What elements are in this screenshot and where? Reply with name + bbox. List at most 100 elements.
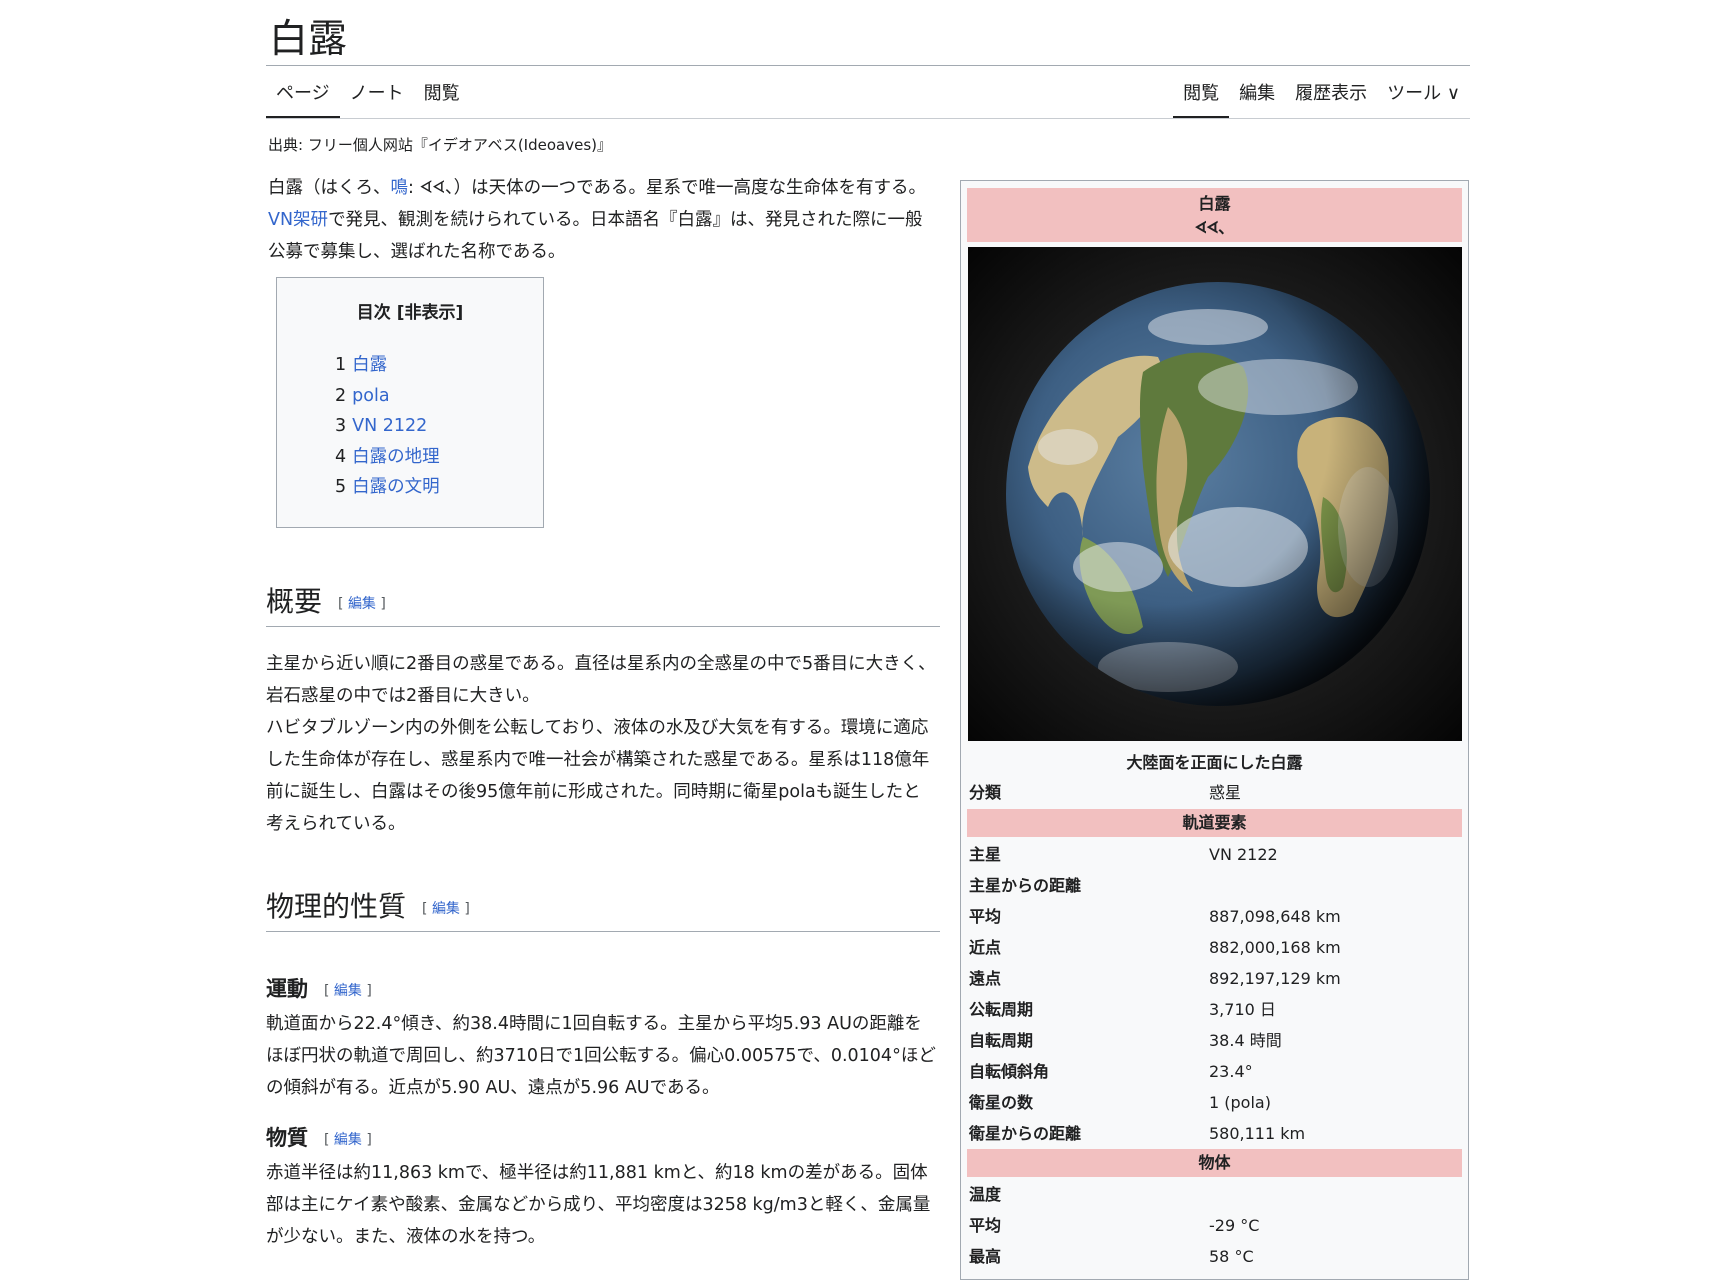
link-naru[interactable]: 鳴 xyxy=(391,178,409,198)
infobox-row-classification: 分類 惑星 xyxy=(969,777,1462,808)
subsection-title: 運動 xyxy=(266,977,308,1001)
infobox-row: 平均 -29 °C xyxy=(969,1210,1462,1241)
toc-item-number: 2 xyxy=(335,385,347,406)
toc-item-link[interactable]: VN 2122 xyxy=(352,416,427,436)
infobox-label: 衛星の数 xyxy=(969,1093,1034,1112)
subsection-heading-motion: 運動 [ 編集 ] xyxy=(266,973,372,1003)
infobox-row: 主星からの距離 xyxy=(969,870,1462,901)
table-of-contents: 目次 [非表示] 1 白露 2 pola 3 VN 2122 4 白露の地理 5 白露の文… xyxy=(276,277,544,528)
toc-item-link[interactable]: 白露 xyxy=(352,355,387,375)
infobox-row: 衛星からの距離 580,111 km xyxy=(969,1118,1462,1149)
tab-edit[interactable]: 編集 xyxy=(1229,70,1285,118)
infobox-value: 惑星 xyxy=(1209,783,1242,802)
toc-title-text: 目次 xyxy=(356,303,391,323)
infobox-label: 近点 xyxy=(969,938,1002,957)
toc-item-link[interactable]: pola xyxy=(352,386,389,406)
toc-item-link[interactable]: 白露の文明 xyxy=(352,477,440,497)
tab-read[interactable]: 閲覧 xyxy=(1173,70,1230,118)
section-heading-physical: 物理的性質 [ 編集 ] xyxy=(266,885,940,932)
tab-talk[interactable]: ノート xyxy=(340,70,414,118)
toc-item[interactable]: 5 白露の文明 xyxy=(335,472,440,503)
toc-item-number: 1 xyxy=(335,355,347,375)
infobox-label: 平均 xyxy=(969,907,1002,926)
toc-toggle[interactable]: [非表示] xyxy=(397,303,464,323)
toc-title: 目次 [非表示] xyxy=(277,298,543,323)
toc-item[interactable]: 2 pola xyxy=(335,381,440,412)
edit-link-text[interactable]: 編集 xyxy=(432,901,460,917)
infobox-label: 温度 xyxy=(969,1185,1002,1204)
infobox-label: 平均 xyxy=(969,1216,1002,1235)
edit-link-text[interactable]: 編集 xyxy=(334,983,362,999)
planet-image xyxy=(968,247,1462,741)
infobox: 白露 ᗏᗏ、 大陸面を正面にした白露 分類 惑星 軌道要素 主星 VN 2122… xyxy=(960,180,1469,1280)
infobox-value: 892,197,129 km xyxy=(1209,969,1341,988)
infobox-row: 公転周期 3,710 日 xyxy=(969,994,1462,1025)
matter-paragraph: 赤道半径は約11,863 kmで、極半径は約11,881 kmと、約18 kmの… xyxy=(266,1163,931,1247)
infobox-label: 分類 xyxy=(969,783,1002,802)
intro-text-c: で発見、観測を続けられている。日本語名『白露』は、発見された際に一般公募で募集し… xyxy=(268,210,923,262)
view-tabs: 閲覧 編集 履歴表示 ツール ∨ xyxy=(1173,70,1470,118)
infobox-row: 温度 xyxy=(969,1179,1462,1210)
infobox-caption: 大陸面を正面にした白露 xyxy=(1126,753,1303,772)
infobox-label: 主星 xyxy=(969,845,1002,864)
infobox-title: 白露 ᗏᗏ、 xyxy=(967,188,1462,242)
article: 白露 ページ ノート 閲覧 閲覧 編集 履歴表示 ツール ∨ 出典: フリー個人… xyxy=(266,0,1470,1280)
toc-item-number: 3 xyxy=(335,416,347,436)
edit-section-link[interactable]: [ 編集 ] xyxy=(338,596,386,612)
infobox-label: 自転周期 xyxy=(969,1031,1034,1050)
toc-item-number: 4 xyxy=(335,446,347,467)
infobox-section-orbit: 軌道要素 xyxy=(967,809,1462,837)
planet-illustration xyxy=(968,247,1462,741)
edit-section-link[interactable]: [ 編集 ] xyxy=(324,983,372,999)
edit-link-text[interactable]: 編集 xyxy=(334,1132,362,1148)
infobox-row: 自転周期 38.4 時間 xyxy=(969,1025,1462,1056)
toc-list: 1 白露 2 pola 3 VN 2122 4 白露の地理 5 白露の文明 xyxy=(335,350,440,503)
infobox-label: 衛星からの距離 xyxy=(969,1124,1082,1143)
infobox-value: 3,710 日 xyxy=(1209,1000,1276,1019)
edit-link-text[interactable]: 編集 xyxy=(348,596,376,612)
tab-browse[interactable]: 閲覧 xyxy=(414,70,470,118)
infobox-value: 38.4 時間 xyxy=(1209,1031,1282,1050)
edit-section-link[interactable]: [ 編集 ] xyxy=(422,901,470,917)
tab-tools[interactable]: ツール ∨ xyxy=(1377,70,1470,118)
edit-section-link[interactable]: [ 編集 ] xyxy=(324,1132,372,1148)
section-heading-overview: 概要 [ 編集 ] xyxy=(266,580,940,627)
toc-item[interactable]: 1 白露 xyxy=(335,350,440,381)
infobox-row: 主星 VN 2122 xyxy=(969,839,1462,870)
source-line: 出典: フリー個人网站『イデオアベス(Ideoaves)』 xyxy=(268,136,612,154)
infobox-value: 23.4° xyxy=(1209,1062,1253,1081)
infobox-value: VN 2122 xyxy=(1209,845,1278,864)
infobox-row: 遠点 892,197,129 km xyxy=(969,963,1462,994)
section-title: 物理的性質 xyxy=(266,890,407,923)
motion-text: 軌道面から22.4°傾き、約38.4時間に1回自転する。主星から平均5.93 A… xyxy=(266,1008,938,1104)
infobox-label: 自転傾斜角 xyxy=(969,1062,1050,1081)
infobox-row: 平均 887,098,648 km xyxy=(969,901,1462,932)
infobox-label: 主星からの距離 xyxy=(969,876,1082,895)
infobox-row: 最高 58 °C xyxy=(969,1241,1462,1272)
infobox-row: 自転傾斜角 23.4° xyxy=(969,1056,1462,1087)
toc-item[interactable]: 3 VN 2122 xyxy=(335,411,440,442)
subsection-heading-matter: 物質 [ 編集 ] xyxy=(266,1122,372,1152)
infobox-value: 1 (pola) xyxy=(1209,1093,1271,1112)
tab-history[interactable]: 履歴表示 xyxy=(1285,70,1377,118)
tab-page[interactable]: ページ xyxy=(266,70,340,118)
infobox-label: 遠点 xyxy=(969,969,1002,988)
infobox-label: 公転周期 xyxy=(969,1000,1034,1019)
infobox-section-physical: 物体 xyxy=(967,1149,1462,1177)
infobox-native-name: ᗏᗏ、 xyxy=(1194,218,1235,237)
section-title: 概要 xyxy=(266,585,323,618)
infobox-label: 最高 xyxy=(969,1247,1002,1266)
infobox-value: -29 °C xyxy=(1209,1216,1260,1235)
infobox-value: 887,098,648 km xyxy=(1209,907,1341,926)
infobox-value: 580,111 km xyxy=(1209,1124,1306,1143)
toc-item-number: 5 xyxy=(335,477,347,497)
intro-text-a: 白露（はくろ、 xyxy=(268,178,391,198)
matter-text: 赤道半径は約11,863 kmで、極半径は約11,881 kmと、約18 kmの… xyxy=(266,1157,938,1253)
toc-item[interactable]: 4 白露の地理 xyxy=(335,442,440,473)
overview-paragraph-1: 主星から近い順に2番目の惑星である。直径は星系内の全惑星の中で5番目に大きく、岩… xyxy=(266,654,936,706)
link-vn-lab[interactable]: VN架研 xyxy=(268,210,328,230)
page-title: 白露 xyxy=(269,17,348,62)
infobox-value: 58 °C xyxy=(1209,1247,1254,1266)
toc-item-link[interactable]: 白露の地理 xyxy=(352,447,440,467)
intro-text-b: : ᗏᗏ、）は天体の一つである。星系で唯一高度な生命体を有する。 xyxy=(408,178,926,198)
